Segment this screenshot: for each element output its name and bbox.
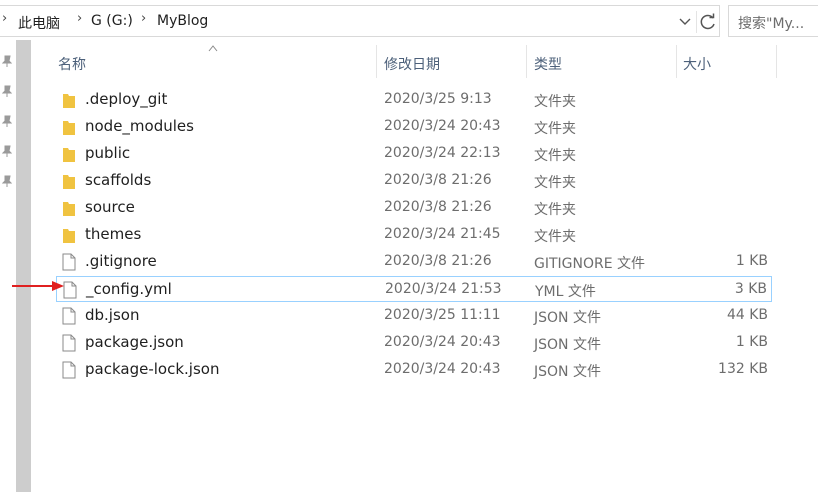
file-row[interactable]: .gitignore 2020/3/8 21:26 GITIGNORE 文件 1 KB (56, 249, 772, 275)
file-date: 2020/3/24 21:53 (385, 281, 502, 297)
file-row[interactable]: _config.yml 2020/3/24 21:53 YML 文件 3 KB (56, 276, 772, 302)
file-type: 文件夹 (534, 229, 576, 245)
file-icon (62, 334, 76, 352)
file-type: 文件夹 (534, 175, 576, 191)
file-row[interactable]: package.json 2020/3/24 20:43 JSON 文件 1 KB (56, 330, 772, 356)
file-name: db.json (85, 306, 140, 324)
folder-icon (62, 172, 76, 190)
file-icon (62, 307, 76, 325)
refresh-icon[interactable] (696, 11, 719, 33)
pin-icon[interactable] (2, 85, 12, 97)
column-header-name[interactable]: 名称 (58, 54, 86, 74)
file-size: 44 KB (726, 307, 768, 323)
breadcrumb-this-pc[interactable]: 此电脑 (18, 13, 60, 33)
annotation-arrow-icon (12, 281, 64, 291)
file-date: 2020/3/24 21:45 (384, 226, 501, 242)
file-row[interactable]: source 2020/3/8 21:26 文件夹 (56, 195, 772, 221)
file-name: themes (85, 225, 142, 243)
folder-icon (62, 118, 76, 136)
breadcrumb-myblog[interactable]: MyBlog (157, 13, 208, 29)
file-date: 2020/3/24 20:43 (384, 361, 501, 377)
chevron-right-icon[interactable]: › (141, 11, 146, 26)
chevron-right-icon[interactable]: › (77, 11, 82, 26)
file-type: 文件夹 (534, 202, 576, 218)
file-name: .deploy_git (85, 90, 168, 108)
file-name: package.json (85, 333, 184, 351)
file-name: scaffolds (85, 171, 152, 189)
file-name: package-lock.json (85, 360, 220, 378)
file-date: 2020/3/25 11:11 (384, 307, 501, 323)
file-type: 文件夹 (534, 121, 576, 137)
search-placeholder: 搜索"My... (738, 16, 805, 32)
file-name: public (85, 144, 131, 162)
file-name: .gitignore (85, 252, 157, 270)
pin-icon[interactable] (2, 175, 12, 187)
column-divider[interactable] (676, 45, 677, 78)
file-name: node_modules (85, 117, 194, 135)
chevron-right-icon[interactable]: › (2, 11, 7, 26)
file-name: source (85, 198, 135, 216)
file-date: 2020/3/24 20:43 (384, 334, 501, 350)
file-size: 1 KB (735, 334, 768, 350)
pin-icon[interactable] (2, 145, 12, 157)
chevron-down-icon[interactable] (676, 12, 694, 30)
file-type: JSON 文件 (534, 337, 601, 353)
file-row[interactable]: scaffolds 2020/3/8 21:26 文件夹 (56, 168, 772, 194)
file-date: 2020/3/8 21:26 (384, 199, 492, 215)
file-type: GITIGNORE 文件 (534, 256, 646, 272)
search-input[interactable]: 搜索"My... (728, 5, 818, 37)
nav-scrollbar[interactable] (16, 40, 31, 492)
file-icon (62, 361, 76, 379)
column-divider[interactable] (376, 45, 377, 78)
column-divider[interactable] (776, 45, 777, 78)
folder-icon (62, 199, 76, 217)
sort-ascending-icon (208, 45, 218, 52)
address-bar[interactable]: › 此电脑 › G (G:) › MyBlog (0, 5, 720, 37)
pin-icon[interactable] (2, 115, 12, 127)
file-row[interactable]: node_modules 2020/3/24 20:43 文件夹 (56, 114, 772, 140)
file-row[interactable]: public 2020/3/24 22:13 文件夹 (56, 141, 772, 167)
file-type: JSON 文件 (534, 310, 601, 326)
column-header-date[interactable]: 修改日期 (384, 54, 440, 74)
file-type: JSON 文件 (534, 364, 601, 380)
pin-icon[interactable] (2, 55, 12, 67)
column-header-size[interactable]: 大小 (683, 54, 711, 74)
column-header-type[interactable]: 类型 (534, 54, 562, 74)
folder-icon (62, 91, 76, 109)
file-name: _config.yml (86, 280, 172, 298)
file-row[interactable]: package-lock.json 2020/3/24 20:43 JSON 文件 1… (56, 357, 772, 383)
file-date: 2020/3/8 21:26 (384, 253, 492, 269)
file-date: 2020/3/8 21:26 (384, 172, 492, 188)
column-divider[interactable] (526, 45, 527, 78)
file-date: 2020/3/24 22:13 (384, 145, 501, 161)
breadcrumb-drive-g[interactable]: G (G:) (91, 13, 133, 29)
file-date: 2020/3/24 20:43 (384, 118, 501, 134)
file-date: 2020/3/25 9:13 (384, 91, 492, 107)
folder-icon (62, 145, 76, 163)
file-type: 文件夹 (534, 148, 576, 164)
file-size: 3 KB (734, 281, 767, 297)
file-type: 文件夹 (534, 94, 576, 110)
folder-icon (62, 226, 76, 244)
file-type: YML 文件 (535, 284, 596, 300)
file-row[interactable]: .deploy_git 2020/3/25 9:13 文件夹 (56, 87, 772, 113)
file-row[interactable]: db.json 2020/3/25 11:11 JSON 文件 44 KB (56, 303, 772, 329)
file-size: 1 KB (735, 253, 768, 269)
file-row[interactable]: themes 2020/3/24 21:45 文件夹 (56, 222, 772, 248)
file-size: 132 KB (718, 361, 768, 377)
file-icon (62, 253, 76, 271)
